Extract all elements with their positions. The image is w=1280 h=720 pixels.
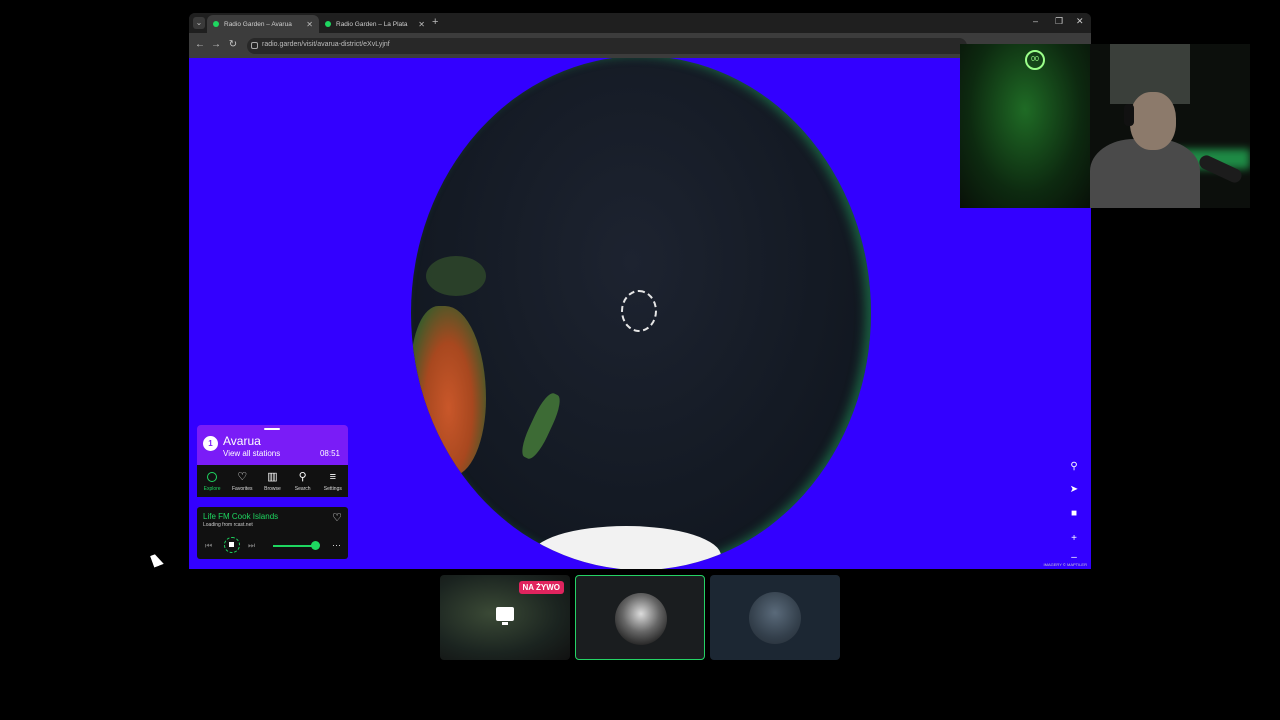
tab-title: Radio Garden – Avarua [224, 20, 292, 28]
green-lit-room [960, 44, 1090, 208]
tab-avarua[interactable]: Radio Garden – Avarua ✕ [207, 15, 319, 33]
streamer-head [1130, 92, 1176, 150]
previous-icon[interactable]: ⏮ [205, 541, 212, 551]
webcam-overlay: 00 [960, 44, 1250, 208]
volume-knob[interactable] [311, 541, 320, 550]
tab-strip: ⌄ Radio Garden – Avarua ✕ Radio Garden –… [189, 13, 1091, 33]
local-time: 08:51 [319, 449, 340, 458]
desktop: ⌄ Radio Garden – Avarua ✕ Radio Garden –… [0, 0, 1280, 720]
new-tab-plus-icon[interactable]: + [432, 16, 438, 28]
nav-label: Favorites [232, 485, 253, 492]
more-options-icon[interactable]: ⋯ [332, 540, 341, 551]
nav-label: Browse [264, 485, 281, 492]
pin-icon[interactable]: ⚲ [1067, 460, 1081, 474]
tab-search-icon[interactable]: ⌄ [193, 17, 205, 29]
search-icon: ⚲ [298, 470, 307, 483]
nav-search[interactable]: ⚲ Search [289, 471, 317, 492]
stop-button[interactable] [224, 537, 240, 553]
minimize-icon[interactable]: – [1033, 16, 1038, 26]
favorite-heart-icon[interactable]: ♡ [332, 511, 342, 524]
station-status: Loading from rcast.net [203, 522, 253, 528]
forward-arrow-icon[interactable]: → [210, 39, 222, 50]
browser-toolbar: ← → ↻ radio.garden/visit/avarua-district… [189, 33, 1091, 58]
place-index-badge: 1 [203, 436, 218, 451]
radio-garden-favicon [325, 21, 331, 27]
radio-nav-bar: Explore ♡ Favorites ▥ Browse ⚲ Search ≡ … [197, 465, 348, 497]
reload-icon[interactable]: ↻ [227, 39, 239, 50]
avatar [749, 592, 801, 644]
back-arrow-icon[interactable]: ← [194, 39, 206, 50]
participant-thumbnail-active[interactable] [575, 575, 705, 660]
nav-label: Explore [203, 485, 221, 492]
address-bar[interactable]: radio.garden/visit/avarua-district/eXvLy… [247, 38, 967, 54]
explore-icon [207, 471, 218, 484]
radio-garden-favicon [213, 21, 219, 27]
papua-new-guinea [426, 256, 486, 296]
close-window-icon[interactable]: ✕ [1076, 16, 1084, 27]
streamer-body [1090, 139, 1200, 208]
player: Life FM Cook Islands Loading from rcast.… [197, 507, 348, 559]
mouse-cursor-icon [150, 552, 164, 568]
zoom-in-icon[interactable]: + [1067, 532, 1081, 546]
antarctica [531, 526, 721, 569]
next-icon[interactable]: ⏭ [248, 541, 255, 551]
station-name[interactable]: Life FM Cook Islands [203, 512, 278, 521]
australia [411, 306, 486, 476]
headset [1124, 104, 1134, 126]
maximize-icon[interactable]: ❐ [1055, 16, 1063, 27]
globe[interactable] [411, 58, 871, 569]
site-info-icon[interactable] [251, 42, 258, 49]
url-text[interactable]: radio.garden/visit/avarua-district/eXvLy… [262, 41, 390, 48]
drag-handle[interactable] [264, 428, 280, 430]
radio-garden-page: ⚲ ➤ ■ + – IMAGERY © MAPTILER 1 Avarua Vi… [189, 58, 1091, 569]
close-tab-icon[interactable]: ✕ [418, 20, 425, 29]
nav-explore[interactable]: Explore [198, 471, 226, 492]
lock-icon[interactable]: ■ [1067, 507, 1081, 521]
nav-browse[interactable]: ▥ Browse [258, 471, 286, 492]
menu-icon: ≡ [329, 470, 337, 483]
heart-icon: ♡ [237, 470, 248, 483]
screen-share-thumbnail[interactable]: NA ŻYWO [440, 575, 570, 660]
tab-title: Radio Garden – La Plata [336, 20, 408, 28]
live-badge: NA ŻYWO [518, 581, 564, 594]
map-attribution: IMAGERY © MAPTILER [1043, 562, 1087, 567]
place-name: Avarua [223, 434, 261, 448]
nav-favorites[interactable]: ♡ Favorites [228, 471, 256, 492]
volume-slider[interactable] [273, 545, 315, 547]
screen-share-icon [496, 607, 514, 625]
close-tab-icon[interactable]: ✕ [306, 20, 313, 29]
new-zealand [517, 390, 565, 462]
nav-label: Settings [323, 485, 342, 492]
nav-label: Search [294, 485, 311, 492]
browser-window: ⌄ Radio Garden – Avarua ✕ Radio Garden –… [189, 13, 1091, 569]
crosshair-target-icon [621, 290, 657, 332]
neon-logo: 00 [1025, 50, 1045, 70]
map-icon: ▥ [267, 470, 278, 483]
avatar [615, 593, 667, 645]
participant-thumbnail[interactable] [710, 575, 840, 660]
tab-la-plata[interactable]: Radio Garden – La Plata ✕ [319, 15, 431, 33]
view-all-stations-link[interactable]: View all stations [223, 449, 280, 458]
place-header[interactable]: 1 Avarua View all stations 08:51 [197, 425, 348, 465]
locate-arrow-icon[interactable]: ➤ [1067, 483, 1081, 497]
nav-settings[interactable]: ≡ Settings [319, 471, 347, 492]
